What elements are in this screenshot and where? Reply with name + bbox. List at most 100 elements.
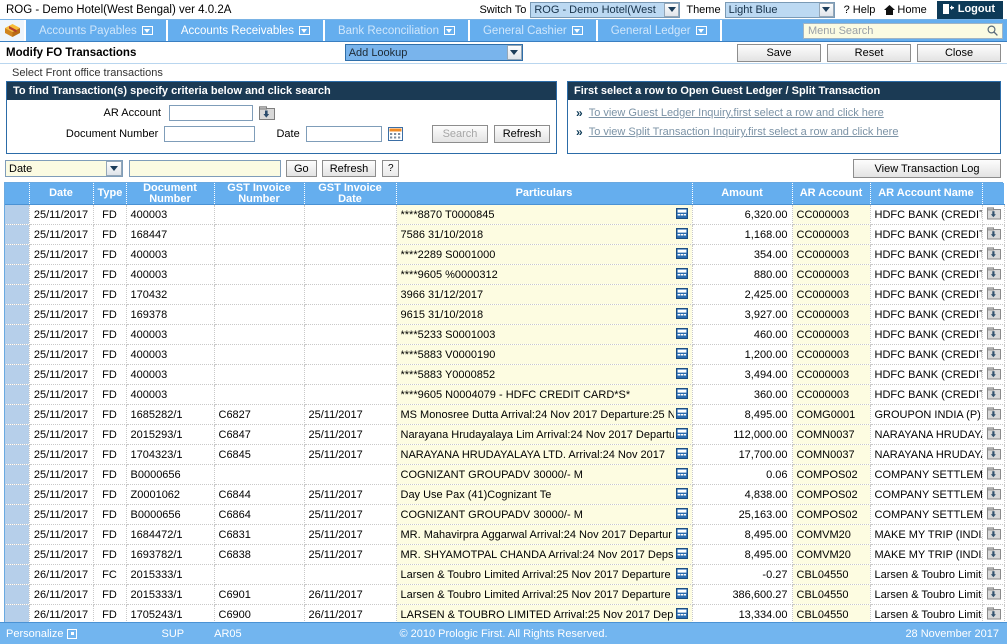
particulars-detail-button[interactable] — [674, 467, 688, 482]
row-select-cell[interactable] — [5, 584, 30, 605]
particulars-detail-button[interactable] — [674, 407, 688, 422]
particulars-detail-button[interactable] — [674, 607, 688, 622]
split-transaction-inquiry-link[interactable]: To view Split Transaction Inquiry,first … — [589, 126, 899, 138]
cell-row-action[interactable] — [982, 204, 1005, 225]
row-select-cell[interactable] — [5, 244, 30, 265]
particulars-detail-button[interactable] — [674, 227, 688, 242]
date-input[interactable] — [305, 126, 383, 142]
particulars-detail-button[interactable] — [674, 447, 688, 462]
table-row[interactable]: 25/11/2017 FD 1684472/1 C6831 25/11/2017 MR. … — [5, 524, 1005, 545]
row-select-cell[interactable] — [5, 504, 30, 525]
particulars-detail-button[interactable] — [674, 247, 688, 262]
particulars-detail-button[interactable] — [674, 507, 688, 522]
table-row[interactable]: 25/11/2017 FD 2015293/1 C6847 25/11/2017 Nara… — [5, 424, 1005, 445]
ar-account-lookup-button[interactable] — [258, 105, 275, 121]
cell-row-action[interactable] — [982, 244, 1005, 265]
col-date[interactable]: Date — [29, 183, 94, 205]
help-link[interactable]: ? Help — [844, 4, 876, 16]
cell-row-action[interactable] — [982, 264, 1005, 285]
col-document-number[interactable]: Document Number — [126, 183, 215, 205]
add-lookup-select[interactable]: Add Lookup — [344, 44, 523, 61]
col-select[interactable] — [5, 183, 30, 205]
particulars-detail-button[interactable] — [674, 287, 688, 302]
col-gst-invoice-date[interactable]: GST Invoice Date — [304, 183, 397, 205]
table-row[interactable]: 25/11/2017 FD 169378 9615 31/10/2018 3,927.0… — [5, 304, 1005, 325]
particulars-detail-button[interactable] — [674, 207, 688, 222]
menu-item-accounts-payables[interactable]: Accounts Payables — [26, 20, 168, 41]
col-amount[interactable]: Amount — [692, 183, 793, 205]
menu-item-bank-reconciliation[interactable]: Bank Reconciliation — [325, 20, 470, 41]
table-row[interactable]: 25/11/2017 FD 400003 ****8870 T0000845 6,320… — [5, 204, 1005, 225]
particulars-detail-button[interactable] — [674, 387, 688, 402]
row-select-cell[interactable] — [5, 204, 30, 225]
particulars-detail-button[interactable] — [674, 487, 688, 502]
cell-row-action[interactable] — [982, 224, 1005, 245]
cell-row-action[interactable] — [982, 484, 1005, 505]
cell-row-action[interactable] — [982, 544, 1005, 565]
menu-item-general-cashier[interactable]: General Cashier — [470, 20, 598, 41]
date-picker-button[interactable] — [387, 126, 404, 142]
particulars-detail-button[interactable] — [674, 527, 688, 542]
row-select-cell[interactable] — [5, 344, 30, 365]
switch-to-select[interactable]: ROG - Demo Hotel(West — [530, 1, 681, 18]
menu-search-input[interactable]: Menu Search — [803, 22, 1003, 39]
table-row[interactable]: 25/11/2017 FD B0000656 COGNIZANT GROUPADV 3… — [5, 464, 1005, 485]
cell-row-action[interactable] — [982, 504, 1005, 525]
col-ar-account-name[interactable]: AR Account Name — [870, 183, 983, 205]
cell-row-action[interactable] — [982, 464, 1005, 485]
grid-refresh-button[interactable]: Refresh — [321, 160, 377, 177]
row-select-cell[interactable] — [5, 544, 30, 565]
row-select-cell[interactable] — [5, 284, 30, 305]
cell-row-action[interactable] — [982, 404, 1005, 425]
cell-row-action[interactable] — [982, 524, 1005, 545]
logout-button[interactable]: Logout — [936, 0, 1003, 19]
ar-account-input[interactable] — [169, 105, 253, 121]
theme-select[interactable]: Light Blue — [724, 1, 835, 18]
save-button[interactable]: Save — [737, 43, 822, 62]
particulars-detail-button[interactable] — [674, 267, 688, 282]
cell-row-action[interactable] — [982, 364, 1005, 385]
cell-row-action[interactable] — [982, 304, 1005, 325]
filter-field-select[interactable]: Date — [5, 160, 123, 177]
criteria-refresh-button[interactable]: Refresh — [494, 125, 550, 143]
menu-item-accounts-receivables[interactable]: Accounts Receivables — [167, 20, 325, 41]
cell-row-action[interactable] — [982, 344, 1005, 365]
view-transaction-log-button[interactable]: View Transaction Log — [853, 159, 1001, 178]
row-select-cell[interactable] — [5, 224, 30, 245]
table-row[interactable]: 25/11/2017 FD 400003 ****5883 V0000190 1,200… — [5, 344, 1005, 365]
row-select-cell[interactable] — [5, 264, 30, 285]
particulars-detail-button[interactable] — [674, 547, 688, 562]
row-select-cell[interactable] — [5, 364, 30, 385]
go-button[interactable]: Go — [286, 160, 317, 177]
table-row[interactable]: 25/11/2017 FD 400003 ****9605 %0000312 880.0… — [5, 264, 1005, 285]
particulars-detail-button[interactable] — [674, 367, 688, 382]
col-type[interactable]: Type — [93, 183, 127, 205]
cell-row-action[interactable] — [982, 444, 1005, 465]
cell-row-action[interactable] — [982, 564, 1005, 585]
cell-row-action[interactable] — [982, 324, 1005, 345]
reset-button[interactable]: Reset — [827, 43, 912, 62]
table-row[interactable]: 25/11/2017 FD 1704323/1 C6845 25/11/2017 NARA… — [5, 444, 1005, 465]
table-row[interactable]: 25/11/2017 FD 400003 ****9605 N0004079 - HD… — [5, 384, 1005, 405]
table-row[interactable]: 26/11/2017 FD 2015333/1 C6901 26/11/2017 Lars… — [5, 584, 1005, 605]
col-gst-invoice-number[interactable]: GST Invoice Number — [214, 183, 305, 205]
table-row[interactable]: 25/11/2017 FD 168447 7586 31/10/2018 1,168.0… — [5, 224, 1005, 245]
row-select-cell[interactable] — [5, 564, 30, 585]
table-row[interactable]: 25/11/2017 FD 400003 ****2289 S0001000 354.0… — [5, 244, 1005, 265]
cell-row-action[interactable] — [982, 284, 1005, 305]
table-row[interactable]: 26/11/2017 FC 2015333/1 Larsen & Toubro Lim… — [5, 564, 1005, 585]
row-select-cell[interactable] — [5, 404, 30, 425]
table-row[interactable]: 25/11/2017 FD B0000656 C6864 25/11/2017 COGNI… — [5, 504, 1005, 525]
table-row[interactable]: 25/11/2017 FD 1693782/1 C6838 25/11/2017 MR. … — [5, 544, 1005, 565]
guest-ledger-inquiry-link[interactable]: To view Guest Ledger Inquiry,first selec… — [589, 107, 884, 119]
row-select-cell[interactable] — [5, 384, 30, 405]
row-select-cell[interactable] — [5, 484, 30, 505]
table-row[interactable]: 25/11/2017 FD Z0001062 C6844 25/11/2017 Day U… — [5, 484, 1005, 505]
cell-row-action[interactable] — [982, 424, 1005, 445]
row-select-cell[interactable] — [5, 444, 30, 465]
table-row[interactable]: 25/11/2017 FD 170432 3966 31/12/2017 2,425.0… — [5, 284, 1005, 305]
col-particulars[interactable]: Particulars — [396, 183, 693, 205]
close-button[interactable]: Close — [917, 43, 1002, 62]
row-select-cell[interactable] — [5, 424, 30, 445]
table-row[interactable]: 25/11/2017 FD 400003 ****5883 Y0000852 3,494… — [5, 364, 1005, 385]
